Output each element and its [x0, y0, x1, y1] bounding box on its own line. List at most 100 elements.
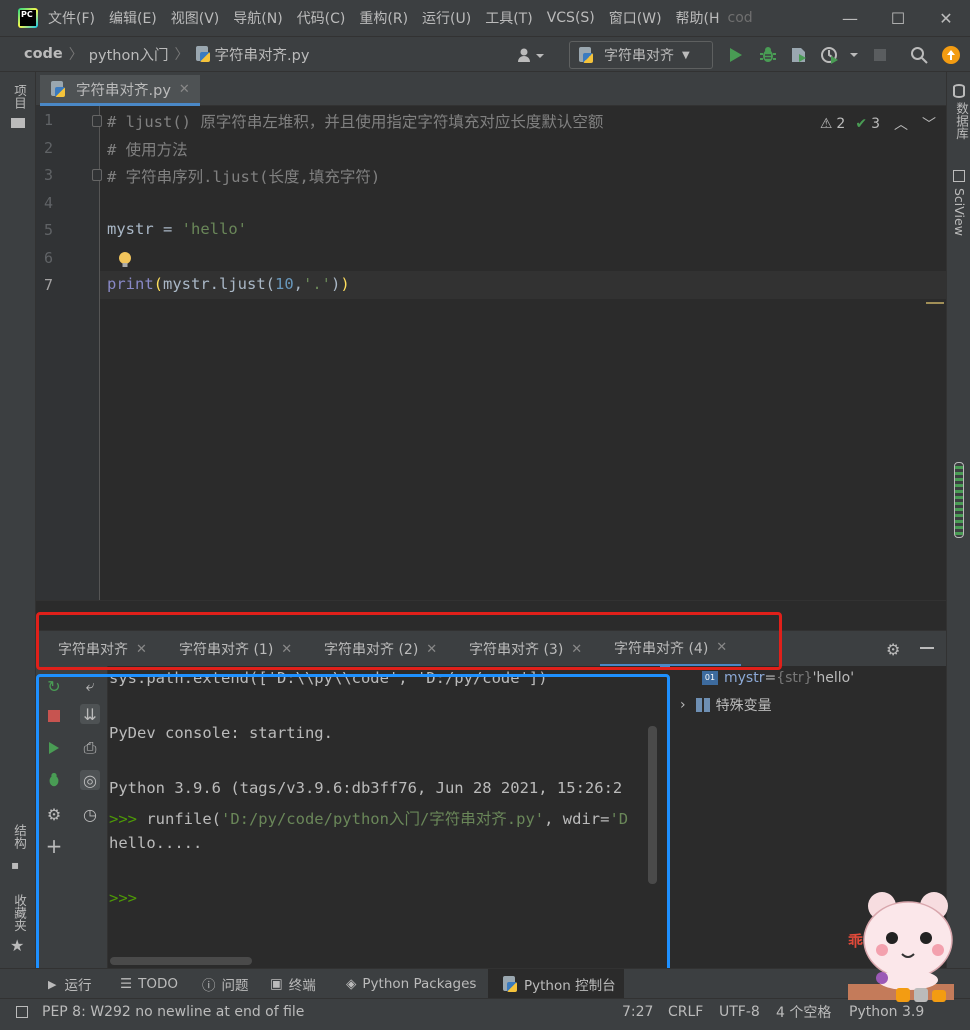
variable-row[interactable]: 01 mystr = {str} 'hello' [702, 670, 854, 686]
python-icon [502, 976, 518, 992]
variable-value: 'hello' [812, 670, 855, 686]
ok-count: 3 [871, 116, 880, 132]
line-separator[interactable]: CRLF [668, 1001, 703, 1023]
run-tool-button[interactable]: ▶ 运行 [48, 969, 91, 999]
breadcrumb-separator-icon: 〉 [174, 47, 189, 63]
run-icon[interactable] [726, 45, 746, 65]
layout-icon [16, 1006, 28, 1018]
terminal-tool-button[interactable]: ▣ 终端 [270, 969, 316, 999]
annotation-red-box [36, 612, 782, 670]
menu-edit[interactable]: 编辑(E) [109, 8, 157, 28]
menu-vcs[interactable]: VCS(S) [547, 10, 595, 26]
hide-icon[interactable] [920, 647, 934, 649]
structure-icon: ▪ [11, 858, 20, 872]
problems-icon: ⓘ [202, 978, 216, 994]
update-icon[interactable] [941, 45, 961, 65]
menu-help[interactable]: 帮助(H [676, 8, 720, 28]
line-number: 6 [44, 249, 54, 267]
sciview-tool-button[interactable]: SciView [952, 188, 967, 236]
python-console-tool-button[interactable]: Python 控制台 [488, 969, 624, 999]
file-encoding[interactable]: UTF-8 [719, 1001, 760, 1023]
mascot-text: 乖 [848, 932, 864, 950]
variable-name: mystr [724, 670, 765, 686]
profile-icon[interactable] [820, 45, 860, 65]
special-variables-row[interactable]: › 特殊变量 [680, 695, 772, 715]
inspection-widget[interactable]: ⚠ 2 ✔ 3 ︿ ﹀ [820, 114, 936, 134]
line-number: 4 [44, 194, 54, 212]
search-icon[interactable] [909, 45, 929, 65]
paren-token: ) [340, 275, 350, 293]
status-message-text: PEP 8: W292 no newline at end of file [42, 1004, 305, 1020]
menu-file[interactable]: 文件(F) [48, 8, 95, 28]
stop-icon[interactable] [870, 45, 890, 65]
warning-icon: ⚠ [819, 116, 833, 132]
close-icon[interactable]: ✕ [922, 0, 970, 36]
coverage-icon[interactable] [789, 45, 809, 65]
code-line-3: # 字符串序列.ljust(长度,填充字符) [107, 168, 381, 186]
menu-code[interactable]: 代码(C) [297, 8, 346, 28]
chevron-up-icon[interactable]: ︿ [894, 114, 908, 134]
minimize-icon[interactable]: — [826, 0, 874, 36]
project-tool-button[interactable]: 项目 [10, 84, 29, 109]
python-file-icon [50, 81, 66, 97]
special-variables-icon [695, 698, 710, 712]
terminal-icon: ▣ [270, 976, 283, 992]
annotation-blue-box [36, 674, 670, 976]
close-tab-icon[interactable]: ✕ [179, 82, 190, 97]
vcs-user-icon[interactable] [516, 45, 546, 65]
python-packages-label: Python Packages [362, 976, 477, 992]
editor-tab-label: 字符串对齐.py [76, 82, 171, 99]
code-editor[interactable]: 1 2 3 4 5 6 7 # ljust() 原字符串左堆积，并且使用指定字符… [36, 106, 946, 600]
status-bar: PEP 8: W292 no newline at end of file 7:… [0, 998, 970, 1030]
todo-tool-button[interactable]: ☰ TODO [120, 969, 178, 999]
variable-eq: = [764, 670, 777, 686]
breadcrumb-folder[interactable]: python入门 [89, 44, 169, 65]
python-interpreter[interactable]: Python 3.9 [849, 1001, 924, 1023]
problems-tool-button[interactable]: ⓘ 问题 [202, 969, 249, 999]
window-project-title: cod [727, 10, 753, 26]
chevron-down-icon[interactable]: ﹀ [922, 114, 936, 134]
menu-tools[interactable]: 工具(T) [485, 8, 532, 28]
favorites-tool-button[interactable]: 收藏夹 [10, 894, 29, 932]
editor-tab-active[interactable]: 字符串对齐.py ✕ [40, 75, 200, 106]
menu-window[interactable]: 窗口(W) [609, 8, 662, 28]
chevron-right-icon[interactable]: › [680, 697, 686, 713]
navigation-bar: code 〉 python入门 〉 字符串对齐.py 字符串对齐 ▼ [0, 36, 970, 72]
gear-icon[interactable]: ⚙ [886, 640, 900, 659]
maximize-icon[interactable]: ☐ [874, 0, 922, 36]
run-configuration-select[interactable]: 字符串对齐 ▼ [569, 41, 713, 69]
folder-icon [11, 118, 25, 128]
breadcrumb-separator-icon: 〉 [68, 47, 83, 63]
menu-navigate[interactable]: 导航(N) [233, 8, 282, 28]
line-number: 1 [44, 111, 54, 129]
database-tool-button[interactable]: 数据库 [952, 102, 970, 140]
string-token: 'hello' [181, 220, 247, 238]
indent-setting[interactable]: 4 个空格 [776, 1001, 831, 1023]
star-icon: ★ [10, 936, 25, 955]
pycharm-logo-icon: PC [18, 8, 38, 28]
memory-indicator [954, 462, 964, 538]
structure-tool-button[interactable]: 结构 [10, 824, 29, 849]
status-message[interactable]: PEP 8: W292 no newline at end of file [16, 1001, 304, 1023]
menu-run[interactable]: 运行(U) [422, 8, 471, 28]
todo-tool-label: TODO [138, 976, 179, 992]
line-gutter: 1 2 3 4 5 6 7 [36, 106, 100, 600]
editor-tab-bar: 字符串对齐.py ✕ [36, 72, 946, 106]
lightbulb-icon[interactable] [118, 251, 132, 269]
check-icon: ✔ [855, 116, 868, 132]
builtin-token: print [107, 275, 154, 293]
fold-icon[interactable] [92, 169, 102, 181]
caret-position[interactable]: 7:27 [622, 1001, 653, 1023]
operator-token: = [153, 220, 182, 238]
fold-icon[interactable] [92, 115, 102, 127]
debug-icon[interactable] [758, 45, 778, 65]
comma-token: , [293, 275, 304, 293]
breadcrumb-project[interactable]: code [24, 46, 63, 62]
breadcrumb-file[interactable]: 字符串对齐.py [215, 44, 310, 65]
line-number: 3 [44, 166, 54, 184]
sciview-icon [953, 170, 965, 182]
python-packages-tool-button[interactable]: ◈ Python Packages [346, 969, 476, 999]
call-token: mystr.ljust( [163, 275, 275, 293]
menu-view[interactable]: 视图(V) [171, 8, 220, 28]
menu-refactor[interactable]: 重构(R) [359, 8, 408, 28]
